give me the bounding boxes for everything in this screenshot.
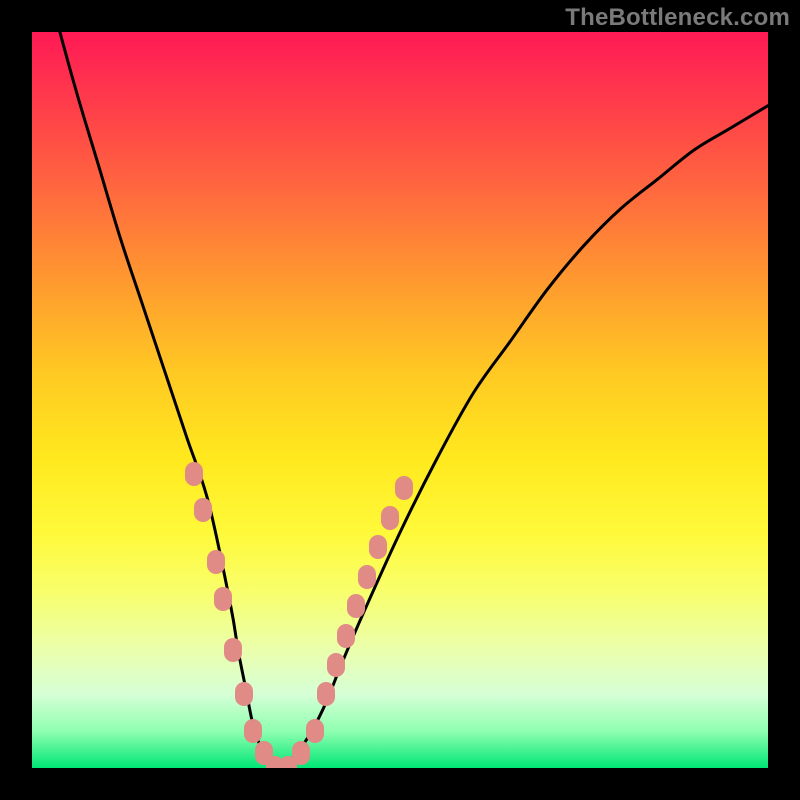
data-marker (292, 741, 310, 765)
data-marker (185, 462, 203, 486)
attribution-text: TheBottleneck.com (565, 4, 790, 32)
plot-area (32, 32, 768, 768)
data-marker (395, 476, 413, 500)
outer-frame: TheBottleneck.com (0, 0, 800, 800)
data-marker (369, 535, 387, 559)
data-marker (306, 719, 324, 743)
data-marker (317, 682, 335, 706)
data-marker (207, 550, 225, 574)
data-marker (244, 719, 262, 743)
data-marker (381, 506, 399, 530)
data-marker (327, 653, 345, 677)
data-marker (214, 587, 232, 611)
marker-layer (32, 32, 768, 768)
data-marker (337, 624, 355, 648)
data-marker (347, 594, 365, 618)
data-marker (235, 682, 253, 706)
data-marker (224, 638, 242, 662)
data-marker (358, 565, 376, 589)
data-marker (194, 498, 212, 522)
